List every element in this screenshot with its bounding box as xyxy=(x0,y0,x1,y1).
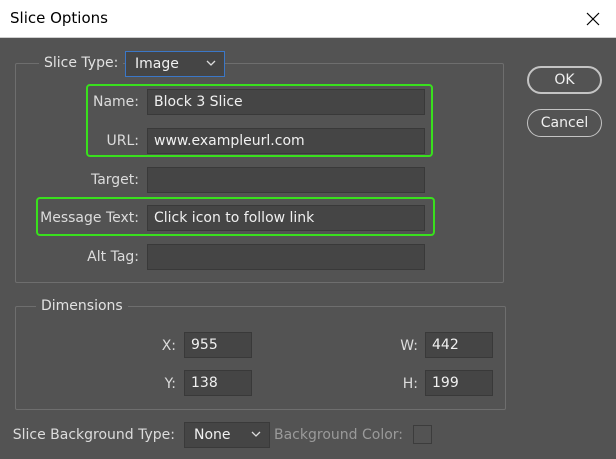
h-input[interactable] xyxy=(425,370,493,396)
background-color-swatch[interactable] xyxy=(413,425,432,444)
message-text-input[interactable] xyxy=(147,205,425,231)
name-label: Name: xyxy=(92,94,139,110)
slice-type-value: Image xyxy=(135,56,179,72)
x-label: X: xyxy=(161,338,176,354)
close-button[interactable] xyxy=(576,3,610,35)
x-input[interactable] xyxy=(184,332,252,358)
target-input[interactable] xyxy=(147,167,425,193)
w-label: W: xyxy=(400,338,418,354)
dimensions-legend: Dimensions xyxy=(36,297,128,315)
background-type-select[interactable]: None xyxy=(184,422,270,448)
ok-button[interactable]: OK xyxy=(527,66,602,94)
title-bar: Slice Options xyxy=(0,0,616,38)
url-label: URL: xyxy=(106,133,140,149)
slice-type-label: Slice Type: xyxy=(39,54,124,72)
y-input[interactable] xyxy=(184,370,252,396)
alt-tag-input[interactable] xyxy=(147,244,425,270)
cancel-button[interactable]: Cancel xyxy=(527,109,602,137)
w-input[interactable] xyxy=(425,332,493,358)
background-type-label: Slice Background Type: xyxy=(12,427,175,443)
background-type-value: None xyxy=(194,427,231,443)
y-label: Y: xyxy=(164,376,176,392)
alt-tag-label: Alt Tag: xyxy=(87,249,139,265)
window-title: Slice Options xyxy=(10,9,108,27)
chevron-down-icon xyxy=(251,431,261,437)
url-input[interactable] xyxy=(147,128,425,154)
h-label: H: xyxy=(402,376,418,392)
chevron-down-icon xyxy=(206,60,216,66)
message-text-label: Message Text: xyxy=(40,210,139,226)
background-color-label: Background Color: xyxy=(274,427,403,443)
target-label: Target: xyxy=(90,172,139,188)
close-icon xyxy=(586,12,600,26)
slice-type-select[interactable]: Image xyxy=(125,51,225,77)
name-input[interactable] xyxy=(147,89,425,115)
